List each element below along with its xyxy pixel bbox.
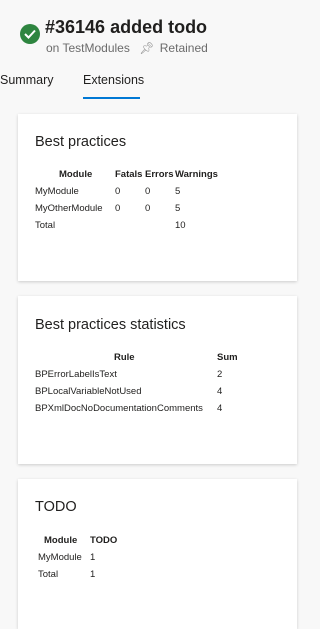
table-cell: 4 [217,386,223,397]
table-header: Rule [114,352,135,363]
table-cell: BPLocalVariableNotUsed [35,386,142,397]
table-header: TODO [90,535,118,546]
statistics-table: Rule Sum BPErrorLabelIsText 2 BPLocalVar… [35,352,290,422]
table-cell: 2 [217,369,223,380]
build-subtitle: on TestModules 📌︎ Retained [46,41,208,55]
table-header: Fatals [115,169,143,180]
tab-summary[interactable]: Summary [0,73,53,87]
table-header: Warnings [175,169,218,180]
table-cell: 1 [90,552,96,563]
table-cell: Total [35,220,56,231]
table-cell: 10 [175,220,186,231]
table-cell: 5 [175,203,181,214]
selected-tab-indicator [83,97,140,99]
table-cell: MyOtherModule [35,203,103,214]
pin-icon: 📌︎ [139,41,155,55]
table-header: Sum [217,352,238,363]
card-title: TODO [35,499,77,515]
tab-extensions[interactable]: Extensions [83,73,144,87]
todo-card: TODO Module TODO MyModule 1 Total 1 [18,479,297,629]
table-cell: 1 [90,569,96,580]
table-cell: Total [38,569,59,580]
card-title: Best practices statistics [35,317,186,333]
best-practices-card: Best practices Module Fatals Errors Warn… [18,114,297,281]
card-title: Best practices [35,134,127,150]
table-cell: 5 [175,186,181,197]
todo-table: Module TODO MyModule 1 Total 1 [38,535,158,587]
table-cell: 0 [145,186,151,197]
best-practices-table: Module Fatals Errors Warnings MyModule 0… [35,169,285,239]
table-cell: 4 [217,403,223,414]
table-header: Errors [145,169,174,180]
table-header: Module [44,535,78,546]
page-title: #36146 added todo [45,17,208,37]
retained-label: Retained [159,41,208,55]
table-cell: 0 [115,203,121,214]
table-cell: MyModule [35,186,79,197]
table-cell: 0 [115,186,121,197]
check-circle-icon [20,24,40,44]
table-header: Module [59,169,93,180]
table-cell: BPXmlDocNoDocumentationComments [35,403,203,414]
build-header: #36146 added todo on TestModules 📌︎ Reta… [20,17,297,57]
tab-bar: Summary Extensions [0,70,297,104]
table-cell: 0 [145,203,151,214]
table-cell: BPErrorLabelIsText [35,369,117,380]
best-practices-statistics-card: Best practices statistics Rule Sum BPErr… [18,296,297,464]
pipeline-link[interactable]: on TestModules [46,41,130,55]
table-cell: MyModule [38,552,82,563]
